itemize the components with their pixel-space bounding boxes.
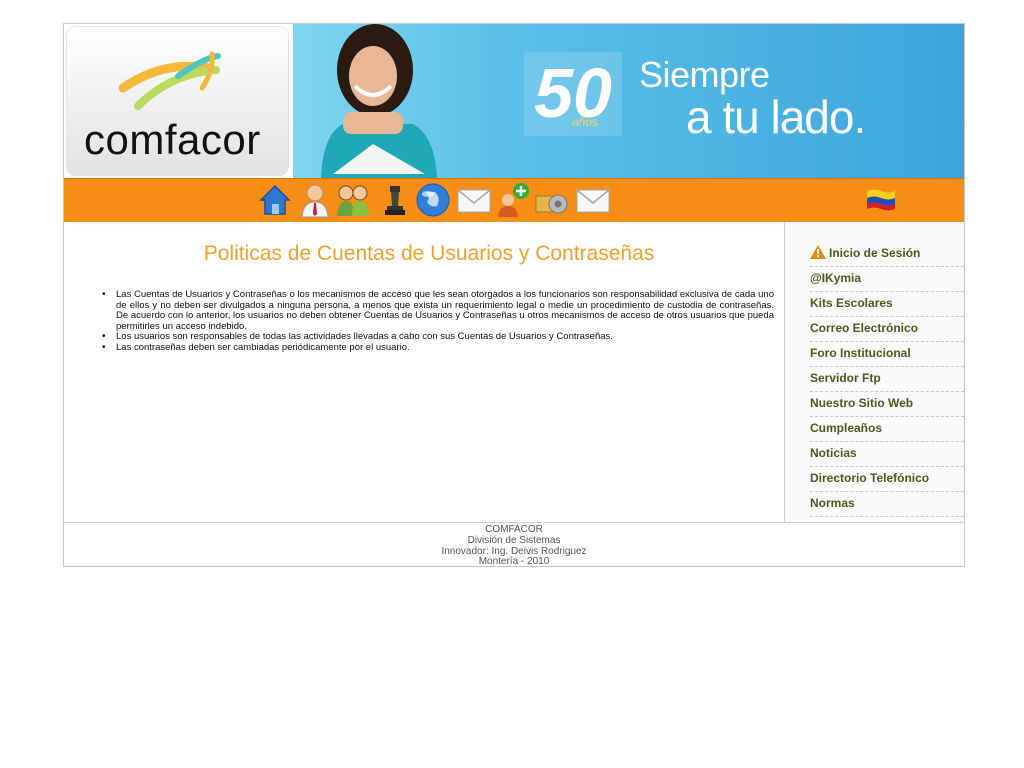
mail-icon[interactable] xyxy=(456,182,492,218)
users-icon[interactable] xyxy=(335,182,371,218)
sidebar-item-label: Cumpleaños xyxy=(810,421,883,435)
header: comfacor 50 años Siempre a tu lado. xyxy=(64,24,964,178)
main-content: Politicas de Cuentas de Usuarios y Contr… xyxy=(64,222,785,522)
sidebar-item-label: Directorio Telefónico xyxy=(810,471,930,485)
chess-pawn-icon[interactable] xyxy=(377,182,413,218)
list-item: Las Cuentas de Usuarios y Contraseñas o … xyxy=(102,289,774,332)
user-icon[interactable] xyxy=(297,182,333,218)
logo-text: comfacor xyxy=(84,116,261,163)
sidebar-item-label: Kits Escolares xyxy=(810,296,893,310)
sidebar-item-label: Correo Electrónico xyxy=(810,321,919,335)
sidebar-item-noticias[interactable]: Noticias xyxy=(810,442,964,467)
sidebar-item-correo[interactable]: Correo Electrónico xyxy=(810,317,964,342)
settings-icon[interactable] xyxy=(534,182,570,218)
sidebar-item-kits-escolares[interactable]: Kits Escolares xyxy=(810,292,964,317)
sidebar-item-normas[interactable]: Normas xyxy=(810,492,964,517)
page-frame: comfacor 50 años Siempre a tu lado. Poli… xyxy=(63,23,965,567)
policy-list: Las Cuentas de Usuarios y Contraseñas o … xyxy=(102,289,774,354)
page-title: Politicas de Cuentas de Usuarios y Contr… xyxy=(203,242,655,265)
list-item: Las contraseñas deben ser cambiadas peri… xyxy=(102,342,774,354)
warning-icon xyxy=(810,245,826,259)
sidebar-item-ftp[interactable]: Servidor Ftp xyxy=(810,367,964,392)
sidebar-item-foro[interactable]: Foro Institucional xyxy=(810,342,964,367)
sidebar-item-sitio-web[interactable]: Nuestro Sitio Web xyxy=(810,392,964,417)
footer-division: División de Sistemas xyxy=(467,534,561,546)
sidebar-item-label: Inicio de Sesión xyxy=(829,246,921,260)
sidebar-item-ikymia[interactable]: @IKymia xyxy=(810,267,964,292)
footer-location: Montería - 2010 xyxy=(478,556,550,567)
mail-icon[interactable] xyxy=(575,182,611,218)
sidebar-item-label: Noticias xyxy=(810,446,857,460)
add-user-icon[interactable] xyxy=(494,182,530,218)
sidebar-item-label: Nuestro Sitio Web xyxy=(810,396,914,410)
colombia-flag-icon[interactable] xyxy=(866,188,896,212)
sidebar-item-login[interactable]: Inicio de Sesión xyxy=(810,242,964,267)
icon-navbar xyxy=(64,178,964,222)
sidebar-item-directorio[interactable]: Directorio Telefónico xyxy=(810,467,964,492)
anniversary-badge: 50 años xyxy=(524,52,622,136)
logo-swoosh-icon xyxy=(118,51,221,110)
globe-icon[interactable] xyxy=(415,182,451,218)
sidebar-item-label: Foro Institucional xyxy=(810,346,911,360)
footer: COMFACOR División de Sistemas Innovador:… xyxy=(64,522,964,566)
sidebar-item-label: Servidor Ftp xyxy=(810,371,881,385)
sidebar: Inicio de Sesión @IKymia Kits Escolares … xyxy=(785,222,964,522)
badge-subtitle: años xyxy=(572,115,599,129)
banner: 50 años Siempre a tu lado. xyxy=(293,24,964,178)
banner-woman-image xyxy=(321,24,437,178)
sidebar-item-label: Normas xyxy=(810,496,855,510)
logo[interactable]: comfacor xyxy=(66,26,289,176)
sidebar-item-cumpleanos[interactable]: Cumpleaños xyxy=(810,417,964,442)
sidebar-item-label: @IKymia xyxy=(810,271,862,285)
home-icon[interactable] xyxy=(257,182,293,218)
slogan-line-2: a tu lado. xyxy=(686,91,866,143)
